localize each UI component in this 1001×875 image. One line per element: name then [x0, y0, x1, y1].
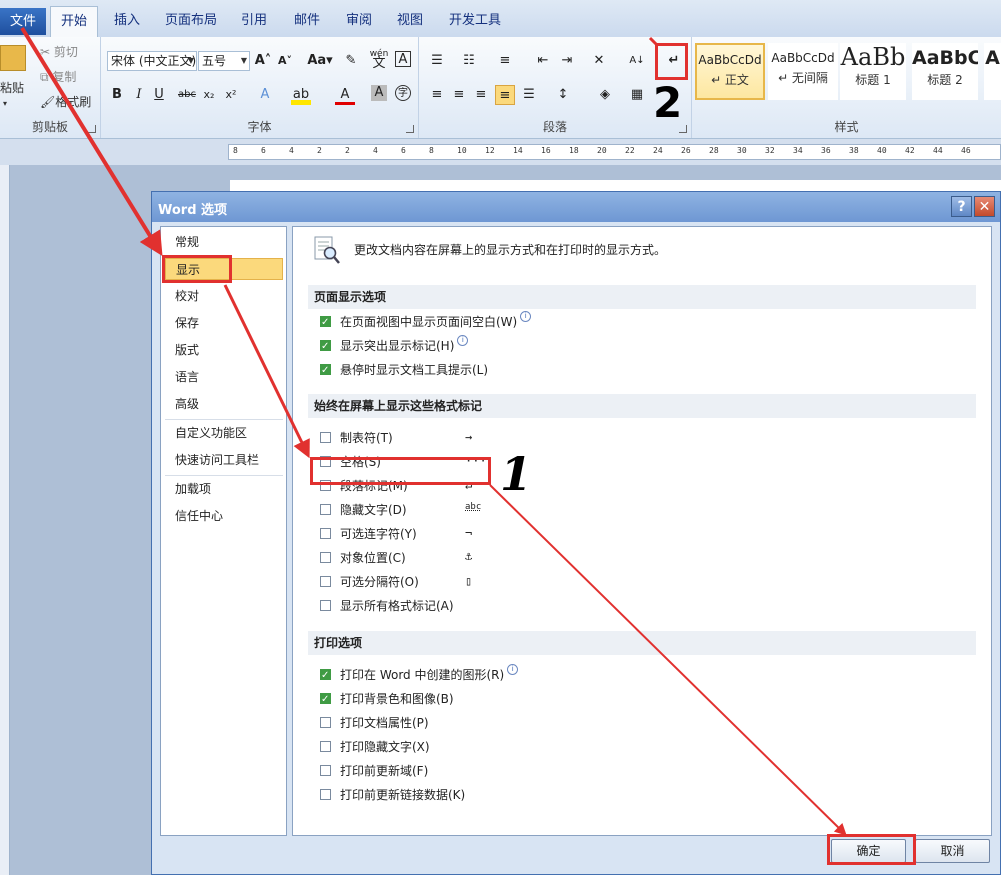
checkbox[interactable] — [320, 689, 331, 711]
annotation-step-1: 1 — [500, 447, 533, 501]
checkbox[interactable] — [320, 665, 331, 687]
annotation-mark — [648, 36, 658, 46]
arrow-display-to-spaces — [223, 284, 310, 459]
checkbox[interactable] — [320, 336, 331, 358]
arrow-file-to-display — [20, 26, 163, 257]
checkbox[interactable] — [320, 360, 331, 382]
annotation-overlay — [20, 26, 847, 836]
arrow-spaces-to-ok — [489, 484, 847, 836]
checkbox[interactable] — [320, 312, 331, 334]
annotation-step-2: 2 — [653, 78, 683, 127]
